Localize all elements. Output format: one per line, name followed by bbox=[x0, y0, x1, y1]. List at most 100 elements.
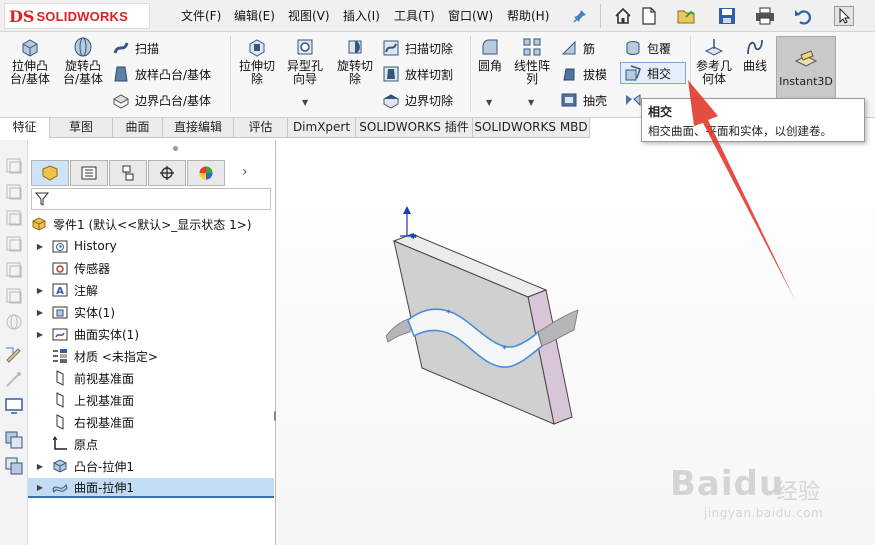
tab-direct-editing[interactable]: 直接编辑 bbox=[163, 118, 234, 138]
tab-sketch[interactable]: 草图 bbox=[50, 118, 113, 138]
tree-item-top-plane[interactable]: 上视基准面 bbox=[34, 390, 134, 410]
tree-item-origin[interactable]: 原点 bbox=[34, 434, 98, 454]
wrap-button[interactable]: 包覆 bbox=[624, 38, 671, 58]
view-cube-icon[interactable] bbox=[4, 286, 24, 306]
undo-icon[interactable] bbox=[792, 5, 814, 27]
new-document-icon[interactable] bbox=[638, 5, 660, 27]
tree-item-solid-bodies[interactable]: ▶ 实体(1) bbox=[34, 302, 115, 322]
curves-button[interactable]: 曲线 bbox=[738, 36, 772, 73]
sphere-view-icon[interactable] bbox=[4, 312, 24, 332]
menu-insert[interactable]: 插入(I) bbox=[343, 7, 380, 24]
view-cube-icon[interactable] bbox=[4, 182, 24, 202]
tree-root-label: 零件1 (默认<<默认>_显示状态 1>) bbox=[53, 217, 252, 232]
fillet-dropdown-icon[interactable]: ▼ bbox=[486, 98, 492, 107]
sweep-button[interactable]: 扫描 bbox=[112, 38, 159, 58]
expand-arrow-icon[interactable]: ▶ bbox=[34, 286, 46, 295]
sketch-point: * bbox=[446, 309, 451, 319]
lofted-cut-button[interactable]: 放样切割 bbox=[382, 64, 453, 84]
tree-item-surface-extrude[interactable]: ▶ 曲面-拉伸1 bbox=[28, 478, 274, 498]
menu-view[interactable]: 视图(V) bbox=[288, 7, 330, 24]
revolve-boss-icon bbox=[74, 37, 92, 57]
select-pointer-icon[interactable] bbox=[833, 5, 855, 27]
boundary-cut-button[interactable]: 边界切除 bbox=[382, 90, 453, 110]
menu-tools[interactable]: 工具(T) bbox=[394, 7, 435, 24]
sweep-icon bbox=[113, 42, 129, 54]
revolve-boss-button[interactable]: 旋转凸台/基体 bbox=[58, 36, 108, 86]
shell-button[interactable]: 抽壳 bbox=[560, 90, 607, 110]
save-icon[interactable] bbox=[716, 5, 738, 27]
panel-grip-icon[interactable] bbox=[173, 146, 178, 151]
tree-item-history[interactable]: ▶ History bbox=[34, 236, 117, 256]
reference-geometry-button[interactable]: 参考几何体 bbox=[694, 36, 734, 86]
copy-entities-icon[interactable] bbox=[4, 430, 24, 450]
draft-button[interactable]: 拔模 bbox=[560, 64, 607, 84]
fillet-label: 圆角 bbox=[477, 59, 502, 73]
pattern-dropdown-icon[interactable]: ▼ bbox=[528, 98, 534, 107]
expand-arrow-icon[interactable]: ▶ bbox=[34, 330, 46, 339]
svg-text:✱: ✱ bbox=[410, 232, 417, 241]
menu-window[interactable]: 窗口(W) bbox=[448, 7, 493, 24]
view-cube-icon[interactable] bbox=[4, 208, 24, 228]
tree-item-material[interactable]: 材质 <未指定> bbox=[34, 346, 158, 366]
tab-configurationmanager[interactable] bbox=[109, 160, 147, 186]
tab-displaymanager[interactable] bbox=[187, 160, 225, 186]
tab-solidworks-mbd[interactable]: SOLIDWORKS MBD bbox=[473, 118, 590, 138]
view-cube-icon[interactable] bbox=[4, 260, 24, 280]
tab-solidworks-addins[interactable]: SOLIDWORKS 插件 bbox=[356, 118, 473, 138]
expand-arrow-icon[interactable]: ▶ bbox=[34, 242, 46, 251]
tab-dimxpert[interactable]: DimXpert bbox=[288, 118, 356, 138]
logo-text: SOLIDWORKS bbox=[36, 8, 128, 24]
tab-propertymanager[interactable] bbox=[70, 160, 108, 186]
tree-item-surface-bodies[interactable]: ▶ 曲面实体(1) bbox=[34, 324, 139, 344]
tree-item-sensors[interactable]: 传感器 bbox=[34, 258, 110, 278]
menu-help[interactable]: 帮助(H) bbox=[507, 7, 549, 24]
print-icon[interactable] bbox=[754, 5, 776, 27]
appearance-pie-icon bbox=[199, 166, 213, 180]
tree-item-label: 原点 bbox=[74, 437, 99, 452]
extrude-cut-button[interactable]: 拉伸切除 bbox=[234, 36, 280, 86]
smart-dimension-icon[interactable] bbox=[4, 370, 24, 390]
swept-cut-button[interactable]: 扫描切除 bbox=[382, 38, 453, 58]
chevron-right-icon[interactable]: › bbox=[242, 164, 248, 186]
tree-item-front-plane[interactable]: 前视基准面 bbox=[34, 368, 134, 388]
rib-button[interactable]: 筋 bbox=[560, 38, 595, 58]
view-cube-icon[interactable] bbox=[4, 234, 24, 254]
boundary-boss-button[interactable]: 边界凸台/基体 bbox=[112, 90, 211, 110]
solidworks-logo[interactable]: DS SOLIDWORKS bbox=[4, 3, 150, 29]
expand-arrow-icon[interactable]: ▶ bbox=[34, 308, 46, 317]
open-folder-icon[interactable] bbox=[676, 5, 698, 27]
baidu-watermark: Baidu 经验 jingyan.baidu.com bbox=[668, 450, 868, 540]
revolve-cut-button[interactable]: 旋转切除 bbox=[332, 36, 378, 86]
loft-boss-button[interactable]: 放样凸台/基体 bbox=[112, 64, 211, 84]
filter-box[interactable] bbox=[31, 188, 271, 210]
tree-root-part[interactable]: 零件1 (默认<<默认>_显示状态 1>) bbox=[31, 214, 251, 234]
plane-icon bbox=[56, 392, 64, 408]
tab-dimxpertmanager[interactable] bbox=[148, 160, 186, 186]
expand-arrow-icon[interactable]: ▶ bbox=[34, 462, 46, 471]
tree-item-boss-extrude[interactable]: ▶ 凸台-拉伸1 bbox=[34, 456, 134, 476]
view-cube-icon[interactable] bbox=[4, 156, 24, 176]
origin-triad-icon: ✱ bbox=[400, 206, 418, 241]
home-icon[interactable] bbox=[612, 5, 634, 27]
menu-edit[interactable]: 编辑(E) bbox=[234, 7, 275, 24]
sketch-tool-icon[interactable] bbox=[4, 344, 24, 364]
fillet-button[interactable]: 圆角 bbox=[474, 36, 506, 73]
wrap-icon bbox=[626, 41, 640, 55]
tree-item-annotations[interactable]: ▶ A 注解 bbox=[34, 280, 98, 300]
tree-item-right-plane[interactable]: 右视基准面 bbox=[34, 412, 134, 432]
expand-arrow-icon[interactable]: ▶ bbox=[34, 483, 46, 492]
pin-icon[interactable] bbox=[569, 5, 591, 27]
hole-wizard-dropdown-icon[interactable]: ▼ bbox=[302, 98, 308, 107]
move-entities-icon[interactable] bbox=[4, 456, 24, 476]
tooltip-description: 相交曲面、平面和实体，以创建卷。 bbox=[648, 124, 832, 138]
tab-features[interactable]: 特征 bbox=[0, 118, 50, 138]
tab-surfaces[interactable]: 曲面 bbox=[113, 118, 163, 138]
display-monitor-icon[interactable] bbox=[4, 396, 24, 416]
menu-file[interactable]: 文件(F) bbox=[181, 7, 221, 24]
hole-wizard-button[interactable]: 异型孔向导 bbox=[282, 36, 328, 86]
intersect-button[interactable]: 相交 bbox=[624, 63, 671, 83]
tab-evaluate[interactable]: 评估 bbox=[234, 118, 288, 138]
extrude-boss-button[interactable]: 拉伸凸台/基体 bbox=[6, 36, 54, 86]
linear-pattern-button[interactable]: 线性阵列 bbox=[510, 36, 554, 86]
tab-featuremanager[interactable] bbox=[31, 160, 69, 186]
